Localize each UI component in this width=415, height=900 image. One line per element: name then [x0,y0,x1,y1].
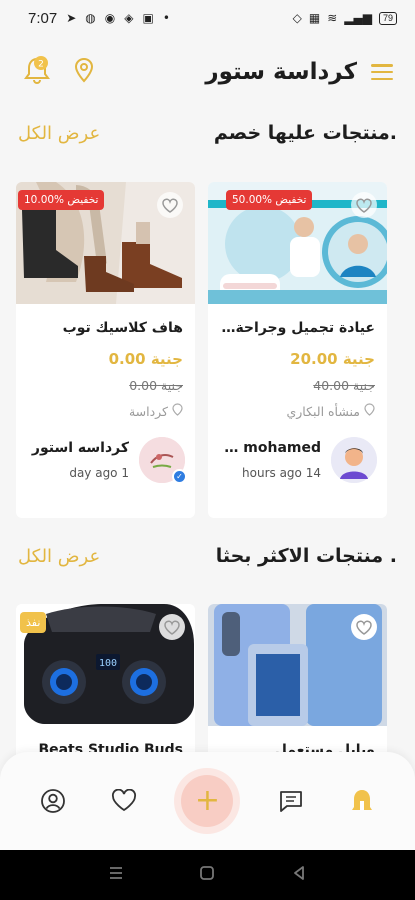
heart-icon[interactable] [157,192,183,218]
app-icon: ◍ [85,11,96,25]
heart-icon[interactable] [351,614,377,640]
nfc-icon: ▦ [308,11,321,25]
seller-time: 14 hours ago [242,466,321,480]
location-pin-icon [364,403,375,419]
bell-icon[interactable]: 2 [24,55,50,89]
product-location: منشأه البكاري [220,403,375,419]
seller-name: Dr mohamed ... [220,440,321,456]
dot-icon: • [162,11,170,25]
avatar: ✓ [139,437,187,484]
location-pin-icon[interactable] [74,57,94,87]
product-card[interactable]: وبايل مستعمل [208,604,387,764]
product-location: كرداسة [28,403,183,419]
svg-text:2: 2 [38,60,44,70]
bottom-navigation: + [0,752,415,850]
heart-icon[interactable] [351,192,377,218]
section-header-popular: عرض الكل منتجات الاكثر بحثا . [0,545,415,567]
section-header-discounts: عرض الكل منتجات عليها خصم. [0,122,415,144]
system-navigation-bar [0,850,415,900]
heart-icon[interactable] [159,614,185,640]
product-image [208,604,387,726]
product-name: عيادة تجميل وجراحة الف... [220,320,375,336]
product-image: 10.00% تخفيض [16,182,195,304]
discount-badge: 10.00% تخفيض [18,190,105,210]
view-all-link[interactable]: عرض الكل [18,546,100,567]
home-button-icon[interactable] [199,865,215,885]
product-card[interactable]: 10.00% تخفيض هاف كلاسيك توب جنية 0.00 جن… [16,182,195,518]
product-image: 100 نفذ [16,604,195,726]
product-price: جنية 20.00 [290,350,375,368]
back-icon[interactable] [291,865,307,885]
app-icon: ◉ [104,11,116,25]
section-title: منتجات الاكثر بحثا . [215,545,397,567]
telegram-icon: ➤ [66,11,77,25]
seller-time: 1 day ago [69,466,129,480]
signal-icon: ▂▄▆ [344,11,372,25]
location-text: منشأه البكاري [286,403,360,419]
menu-icon[interactable] [371,64,393,80]
product-card[interactable]: 50.00% تخفيض عيادة تجميل وجراحة الف... ج… [208,182,387,518]
sold-out-badge: نفذ [20,612,47,633]
app-header: 2 كرداسة ستور [0,36,415,108]
plus-icon: + [181,775,234,827]
add-button[interactable]: + [174,768,241,834]
app-icon: ▣ [142,11,154,25]
product-old-price: جنية 0.00 [129,378,183,393]
seller-row[interactable]: Dr mohamed ... 14 hours ago [208,437,387,483]
vibrate-icon: ◇ [292,11,302,25]
product-image: 50.00% تخفيض [208,182,387,304]
svg-text:100: 100 [99,658,117,669]
product-price: جنية 0.00 [108,350,183,368]
status-bar: 7:07 ➤ ◍ ◉ ◈ ▣ • ◇ ▦ ≋ ▂▄▆ 79 [0,0,415,36]
home-icon[interactable] [342,781,382,821]
app-title: كرداسة ستور [205,59,357,85]
seller-name: كرداسه استور [31,440,129,456]
recents-icon[interactable] [108,865,124,885]
chat-icon[interactable] [271,781,311,821]
app-icon: ◈ [124,11,134,25]
status-time: 7:07 [28,9,58,27]
product-name: هاف كلاسيك توب [62,320,183,336]
discount-badge: 50.00% تخفيض [226,190,313,210]
location-pin-icon [172,403,183,419]
view-all-link[interactable]: عرض الكل [18,123,100,144]
product-card[interactable]: 100 نفذ Beats Studio Buds [16,604,195,764]
verified-icon: ✓ [172,469,187,484]
heart-outline-icon[interactable] [104,781,144,821]
seller-row[interactable]: كرداسه استور 1 day ago ✓ [16,437,195,484]
wifi-icon: ≋ [327,11,338,25]
location-text: كرداسة [128,403,168,419]
product-old-price: جنية 40.00 [313,378,375,393]
section-title: منتجات عليها خصم. [213,122,397,144]
user-circle-icon[interactable] [33,781,73,821]
avatar [331,437,377,483]
battery-icon: 79 [378,11,397,25]
